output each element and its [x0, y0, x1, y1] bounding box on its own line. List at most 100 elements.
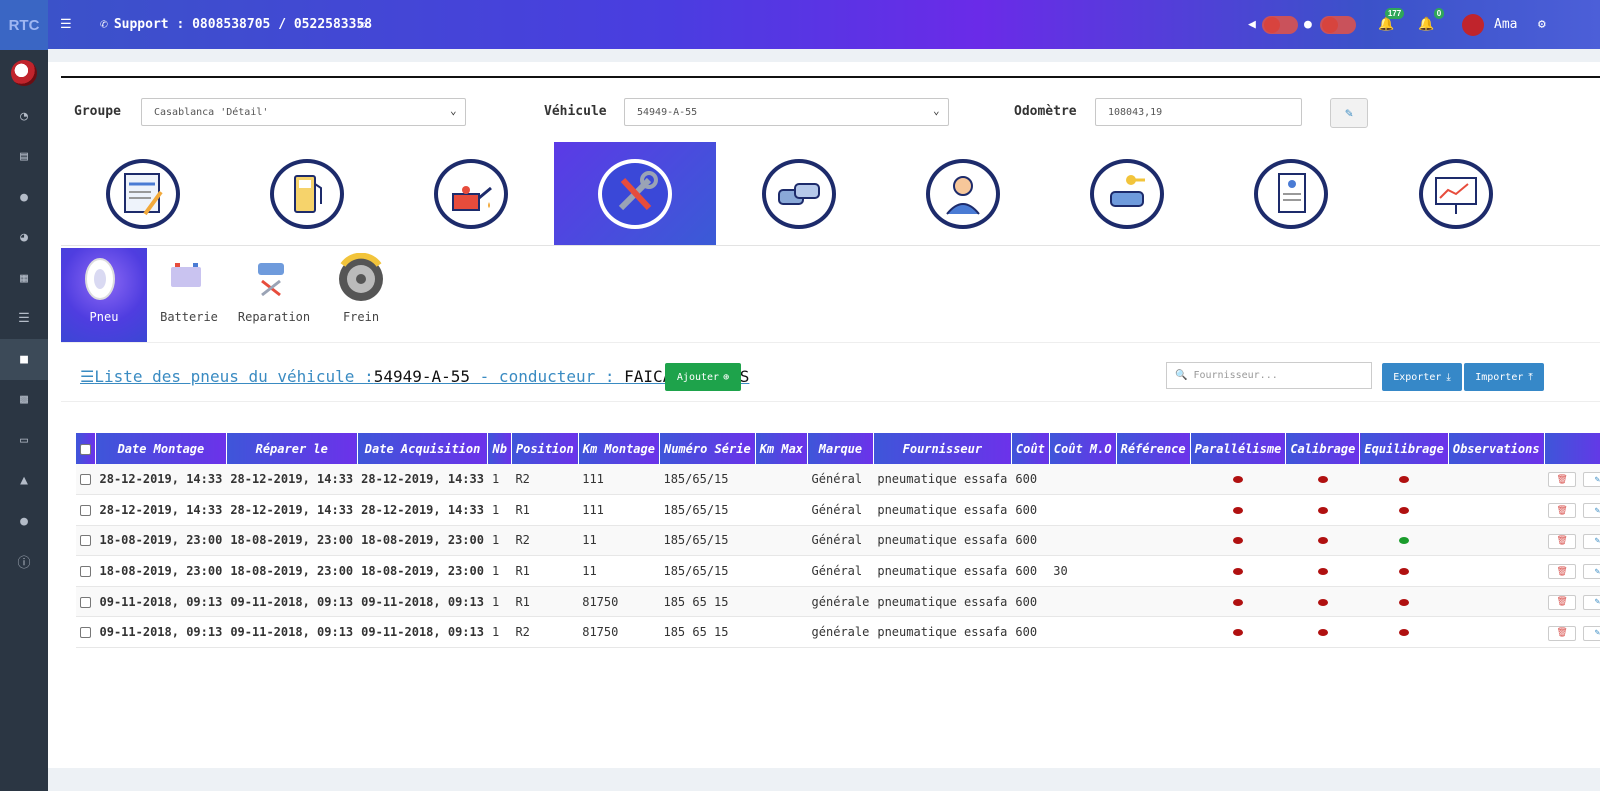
edit-button[interactable]: ✎: [1583, 533, 1600, 549]
select-all-checkbox[interactable]: [76, 433, 96, 464]
column-header[interactable]: Position: [511, 433, 579, 464]
alerts-bell-icon[interactable]: 🔔 177: [1378, 0, 1405, 49]
subtab-reparation[interactable]: Reparation: [231, 248, 317, 343]
category-presentation[interactable]: [1375, 142, 1537, 246]
edit-button[interactable]: ✎: [1583, 594, 1600, 610]
column-header[interactable]: Calibrage: [1285, 433, 1361, 464]
reparer-cell: 28-12-2019, 14:33: [226, 494, 358, 526]
column-header[interactable]: Observations: [1448, 433, 1545, 464]
edit-button[interactable]: ✎: [1583, 503, 1600, 519]
map-icon[interactable]: ▦: [0, 258, 48, 299]
column-header[interactable]: Parallélisme: [1190, 433, 1287, 464]
volume-icon[interactable]: ◀: [1248, 0, 1256, 49]
globe-icon[interactable]: ●: [1304, 0, 1312, 49]
marque-cell: générale: [807, 616, 874, 649]
observations-cell: [1448, 494, 1545, 526]
delete-button[interactable]: 🗑: [1548, 503, 1577, 519]
category-document[interactable]: [62, 142, 224, 246]
nb-cell: 1: [487, 464, 512, 496]
row-checkbox[interactable]: [76, 464, 96, 496]
row-checkbox[interactable]: [76, 586, 96, 618]
column-header[interactable]: Date Acquisition: [357, 433, 489, 464]
list-icon[interactable]: ☰: [0, 299, 48, 340]
observations-cell: [1448, 555, 1545, 587]
import-button[interactable]: Importer ⤒: [1464, 363, 1544, 391]
column-header[interactable]: Km Montage: [578, 433, 660, 464]
table-row[interactable]: 09-11-2018, 09:13 09-11-2018, 09:13 09-11-…: [76, 586, 1600, 618]
book-icon[interactable]: ▭: [0, 420, 48, 461]
car-icon[interactable]: ■: [0, 339, 48, 380]
info-icon[interactable]: ⓘ: [0, 542, 48, 583]
table-row[interactable]: 28-12-2019, 14:33 28-12-2019, 14:33 28-12-…: [76, 494, 1600, 526]
category-parc[interactable]: [718, 142, 880, 246]
delete-button[interactable]: 🗑: [1548, 625, 1577, 641]
delete-button[interactable]: 🗑: [1548, 564, 1577, 580]
edit-button[interactable]: ✎: [1583, 472, 1600, 488]
divider: [61, 342, 1600, 343]
reference-cell: [1116, 464, 1191, 496]
menu-toggle-icon[interactable]: ☰: [60, 0, 72, 49]
pie-chart-icon[interactable]: ◕: [0, 218, 48, 259]
add-button[interactable]: Ajouter ⊕: [665, 363, 741, 391]
dashboard-icon[interactable]: ◔: [0, 96, 48, 137]
column-header[interactable]: Coût: [1011, 433, 1050, 464]
user-menu[interactable]: Ama: [1462, 0, 1517, 49]
column-header[interactable]: Date Montage: [95, 433, 227, 464]
column-header[interactable]: Km Max: [755, 433, 809, 464]
edit-odometre-button[interactable]: ✎: [1330, 98, 1368, 128]
row-checkbox[interactable]: [76, 525, 96, 557]
odometre-input[interactable]: 108043,19: [1095, 98, 1302, 126]
row-checkbox[interactable]: [76, 616, 96, 649]
column-header[interactable]: Réparer le: [226, 433, 358, 464]
user-icon[interactable]: ●: [0, 501, 48, 542]
status-dot-icon: [1232, 598, 1243, 606]
supplier-search-input[interactable]: 🔍 Fournisseur...: [1166, 362, 1372, 389]
groupe-select[interactable]: Casablanca 'Détail' ⌄: [141, 98, 466, 126]
search-placeholder: Fournisseur...: [1193, 370, 1278, 381]
notifications-bell-icon[interactable]: 🔔 0: [1418, 0, 1445, 49]
delete-button[interactable]: 🗑: [1548, 533, 1577, 549]
column-header[interactable]: Numéro Série: [659, 433, 756, 464]
export-button[interactable]: Exporter ⤓: [1382, 363, 1462, 391]
edit-button[interactable]: ✎: [1583, 564, 1600, 580]
brand-logo[interactable]: RTC: [0, 0, 48, 50]
column-header[interactable]: Coût M.O: [1049, 433, 1117, 464]
category-carburant[interactable]: [226, 142, 388, 246]
server-icon[interactable]: ▤: [0, 137, 48, 178]
table-row[interactable]: 28-12-2019, 14:33 28-12-2019, 14:33 28-12-…: [76, 464, 1600, 496]
column-header[interactable]: Marque: [807, 433, 874, 464]
row-checkbox[interactable]: [76, 555, 96, 587]
category-rapport[interactable]: [1210, 142, 1372, 246]
category-vidange[interactable]: [390, 142, 552, 246]
table-row[interactable]: 18-08-2019, 23:00 18-08-2019, 23:00 18-08-…: [76, 525, 1600, 557]
parallelisme-status: [1190, 525, 1286, 557]
bar-chart-icon[interactable]: ▩: [0, 380, 48, 421]
vehicule-select[interactable]: 54949-A-55 ⌄: [624, 98, 949, 126]
edit-button[interactable]: ✎: [1583, 625, 1600, 641]
cout-mo-cell: [1049, 494, 1117, 526]
subtab-pneu[interactable]: Pneu: [61, 248, 147, 343]
delete-button[interactable]: 🗑: [1548, 594, 1577, 610]
km-max-cell: [755, 555, 808, 587]
search-icon: 🔍: [1175, 370, 1188, 381]
status-dot-icon: [1317, 598, 1328, 606]
globe-icon[interactable]: ●: [0, 177, 48, 218]
column-header[interactable]: Fournisseur: [873, 433, 1012, 464]
table-row[interactable]: 09-11-2018, 09:13 09-11-2018, 09:13 09-11-…: [76, 616, 1600, 649]
category-location[interactable]: [1046, 142, 1208, 246]
column-header[interactable]: Equilibrage: [1359, 433, 1449, 464]
sound-toggle[interactable]: [1262, 0, 1298, 49]
delete-button[interactable]: 🗑: [1548, 472, 1577, 488]
row-checkbox[interactable]: [76, 494, 96, 526]
mail-icon[interactable]: ✉: [358, 0, 366, 49]
table-row[interactable]: 18-08-2019, 23:00 18-08-2019, 23:00 18-08-…: [76, 555, 1600, 587]
subtab-batterie[interactable]: Batterie: [146, 248, 232, 343]
map-toggle[interactable]: [1320, 0, 1356, 49]
bell-icon[interactable]: ▲: [0, 461, 48, 502]
category-conducteur[interactable]: [882, 142, 1044, 246]
settings-icon[interactable]: ⚙: [1538, 0, 1546, 49]
subtab-frein[interactable]: Frein: [318, 248, 404, 343]
column-header[interactable]: Nb: [487, 433, 512, 464]
column-header[interactable]: Référence: [1116, 433, 1191, 464]
category-entretien[interactable]: [554, 142, 716, 246]
